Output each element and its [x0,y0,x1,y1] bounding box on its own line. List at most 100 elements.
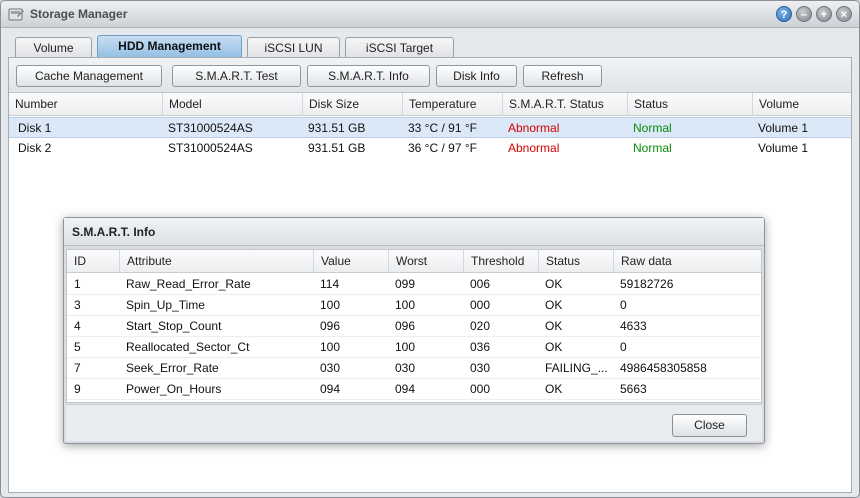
smart-worst: 100 [395,340,416,354]
help-icon[interactable]: ? [776,6,792,22]
smart-id: 4 [74,319,81,333]
disk-model: ST31000524AS [168,121,253,135]
smart-status: OK [545,298,563,312]
column-id[interactable]: ID [67,250,119,273]
smart-table-header: ID Attribute Value Worst Threshold Statu… [67,250,761,273]
smart-attribute: Start_Stop_Count [126,319,222,333]
smart-row[interactable]: 4 Start_Stop_Count 096 096 020 OK 4633 [67,316,761,337]
minimize-icon[interactable]: – [796,6,812,22]
column-temperature[interactable]: Temperature [402,93,502,116]
smart-worst: 100 [395,298,416,312]
smart-value: 114 [320,277,340,291]
smart-raw: 4633 [620,319,647,333]
toolbar: Cache Management S.M.A.R.T. Test S.M.A.R… [9,58,851,93]
disk-status: Normal [633,141,672,155]
smart-attribute: Raw_Read_Error_Rate [126,277,251,291]
smart-table: ID Attribute Value Worst Threshold Statu… [66,249,762,403]
close-button[interactable]: Close [672,414,747,437]
smart-row[interactable]: 7 Seek_Error_Rate 030 030 030 FAILING_..… [67,358,761,379]
smart-worst: 099 [395,277,416,291]
smart-value: 096 [320,319,341,333]
smart-info-dialog: S.M.A.R.T. Info ID Attribute Value Worst… [63,217,765,444]
disk-volume: Volume 1 [758,121,809,135]
smart-attribute: Power_On_Hours [126,382,222,396]
smart-status: FAILING_... [545,361,608,375]
disk-model: ST31000524AS [168,141,253,155]
maximize-icon[interactable]: + [816,6,832,22]
disk-temperature: 33 °C / 91 °F [408,121,477,135]
tab-iscsi-target[interactable]: iSCSI Target [345,37,454,58]
column-threshold[interactable]: Threshold [463,250,538,273]
storage-manager-icon [8,8,24,21]
smart-threshold: 000 [470,382,491,396]
column-attribute[interactable]: Attribute [119,250,313,273]
smart-value: 094 [320,382,341,396]
smart-row[interactable]: 5 Reallocated_Sector_Ct 100 100 036 OK 0 [67,337,761,358]
smart-id: 7 [74,361,81,375]
smart-value: 100 [320,340,341,354]
smart-threshold: 000 [470,298,491,312]
column-worst[interactable]: Worst [388,250,463,273]
smart-worst: 030 [395,361,416,375]
column-smart-status[interactable]: S.M.A.R.T. Status [502,93,627,116]
table-row[interactable]: Disk 1 ST31000524AS 931.51 GB 33 °C / 91… [9,117,851,138]
dialog-title-bar[interactable]: S.M.A.R.T. Info [64,218,764,246]
smart-threshold: 036 [470,340,491,354]
smart-raw: 59182726 [620,277,674,291]
smart-id: 5 [74,340,81,354]
smart-status: OK [545,319,563,333]
close-window-icon[interactable]: × [836,6,852,22]
smart-attribute: Reallocated_Sector_Ct [126,340,250,354]
smart-status: OK [545,382,563,396]
smart-id: 3 [74,298,81,312]
disk-table-header: Number Model Disk Size Temperature S.M.A… [9,93,851,116]
column-number[interactable]: Number [9,93,162,116]
tab-volume[interactable]: Volume [15,37,92,58]
column-model[interactable]: Model [162,93,302,116]
column-status[interactable]: Status [627,93,752,116]
disk-size: 931.51 GB [308,121,366,135]
dialog-body: ID Attribute Value Worst Threshold Statu… [65,246,763,442]
smart-raw: 0 [620,340,627,354]
smart-raw: 4986458305858 [620,361,707,375]
smart-worst: 094 [395,382,416,396]
smart-attribute: Seek_Error_Rate [126,361,219,375]
disk-smart-status: Abnormal [508,121,560,135]
tab-bar: Volume HDD Management iSCSI LUN iSCSI Ta… [1,28,859,59]
tab-iscsi-lun[interactable]: iSCSI LUN [247,37,340,58]
smart-id: 9 [74,382,81,396]
column-raw-data[interactable]: Raw data [613,250,761,273]
smart-worst: 096 [395,319,416,333]
smart-id: 1 [74,277,81,291]
disk-info-button[interactable]: Disk Info [436,65,517,87]
title-bar[interactable]: Storage Manager ? – + × [1,1,859,28]
smart-raw: 0 [620,298,627,312]
smart-value: 100 [320,298,341,312]
cache-management-button[interactable]: Cache Management [16,65,162,87]
smart-status: OK [545,340,563,354]
table-row[interactable]: Disk 2 ST31000524AS 931.51 GB 36 °C / 97… [9,138,851,159]
column-disk-size[interactable]: Disk Size [302,93,402,116]
dialog-title: S.M.A.R.T. Info [72,225,156,239]
smart-row[interactable]: 3 Spin_Up_Time 100 100 000 OK 0 [67,295,761,316]
smart-threshold: 030 [470,361,491,375]
smart-info-button[interactable]: S.M.A.R.T. Info [307,65,430,87]
refresh-button[interactable]: Refresh [523,65,602,87]
smart-threshold: 020 [470,319,491,333]
smart-value: 030 [320,361,341,375]
column-value[interactable]: Value [313,250,388,273]
smart-threshold: 006 [470,277,491,291]
smart-row[interactable]: 1 Raw_Read_Error_Rate 114 099 006 OK 591… [67,274,761,295]
disk-smart-status: Abnormal [508,141,560,155]
smart-test-button[interactable]: S.M.A.R.T. Test [172,65,301,87]
disk-size: 931.51 GB [308,141,366,155]
smart-attribute: Spin_Up_Time [126,298,205,312]
smart-row[interactable]: 9 Power_On_Hours 094 094 000 OK 5663 [67,379,761,400]
disk-number: Disk 2 [18,141,52,155]
column-status[interactable]: Status [538,250,613,273]
tab-hdd-management[interactable]: HDD Management [97,35,242,59]
storage-manager-window: Storage Manager ? – + × Volume HDD Manag… [0,0,860,498]
disk-number: Disk 1 [18,121,52,135]
column-volume[interactable]: Volume [752,93,851,116]
window-title: Storage Manager [30,7,128,21]
